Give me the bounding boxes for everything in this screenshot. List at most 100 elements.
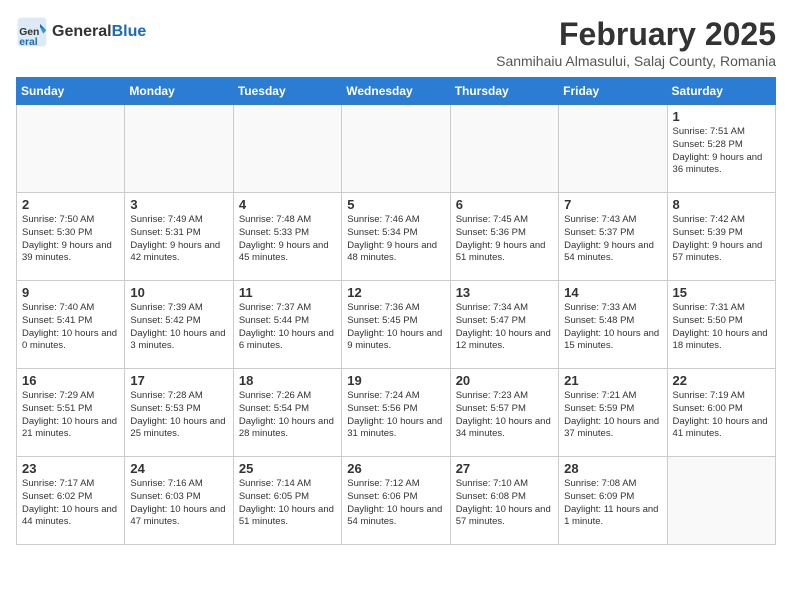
calendar-cell: 1Sunrise: 7:51 AM Sunset: 5:28 PM Daylig…	[667, 105, 775, 193]
calendar-cell: 13 Sunrise: 7:34 AM Sunset: 5:47 PM Dayli…	[450, 281, 558, 369]
day-header-sunday: Sunday	[17, 78, 125, 105]
calendar-cell: 7 Sunrise: 7:43 AM Sunset: 5:37 PM Daylig…	[559, 193, 667, 281]
day-number: 19	[347, 373, 444, 388]
calendar-cell: 9 Sunrise: 7:40 AM Sunset: 5:41 PM Daylig…	[17, 281, 125, 369]
day-number: 27	[456, 461, 553, 476]
day-info: Sunrise: 7:29 AM Sunset: 5:51 PM Dayligh…	[22, 390, 119, 441]
calendar-cell: 27Sunrise: 7:10 AM Sunset: 6:08 PM Dayli…	[450, 457, 558, 545]
calendar-cell	[450, 105, 558, 193]
calendar-cell	[342, 105, 450, 193]
week-row-2: 2 Sunrise: 7:50 AM Sunset: 5:30 PM Daylig…	[17, 193, 776, 281]
logo-blue: Blue	[112, 23, 147, 41]
day-number: 10	[130, 285, 227, 300]
day-number: 22	[673, 373, 770, 388]
logo: Gen eral General Blue	[16, 16, 146, 48]
logo-general: General	[52, 23, 112, 41]
logo-text: General Blue	[52, 23, 146, 41]
calendar-cell	[559, 105, 667, 193]
day-info: Sunrise: 7:33 AM Sunset: 5:48 PM Dayligh…	[564, 302, 661, 353]
day-number: 18	[239, 373, 336, 388]
day-header-friday: Friday	[559, 78, 667, 105]
day-number: 8	[673, 197, 770, 212]
calendar-cell: 5Sunrise: 7:46 AM Sunset: 5:34 PM Daylig…	[342, 193, 450, 281]
day-number: 2	[22, 197, 119, 212]
day-number: 17	[130, 373, 227, 388]
calendar-cell: 26 Sunrise: 7:12 AM Sunset: 6:06 PM Dayli…	[342, 457, 450, 545]
day-number: 7	[564, 197, 661, 212]
day-number: 14	[564, 285, 661, 300]
day-number: 23	[22, 461, 119, 476]
calendar-cell: 12 Sunrise: 7:36 AM Sunset: 5:45 PM Dayli…	[342, 281, 450, 369]
week-row-1: 1Sunrise: 7:51 AM Sunset: 5:28 PM Daylig…	[17, 105, 776, 193]
day-info: Sunrise: 7:45 AM Sunset: 5:36 PM Dayligh…	[456, 214, 553, 265]
calendar-cell: 23 Sunrise: 7:17 AM Sunset: 6:02 PM Dayli…	[17, 457, 125, 545]
day-number: 28	[564, 461, 661, 476]
day-info: Sunrise: 7:50 AM Sunset: 5:30 PM Dayligh…	[22, 214, 119, 265]
calendar-table: SundayMondayTuesdayWednesdayThursdayFrid…	[16, 77, 776, 545]
svg-text:eral: eral	[19, 37, 38, 48]
day-info: Sunrise: 7:34 AM Sunset: 5:47 PM Dayligh…	[456, 302, 553, 353]
title-block: February 2025 Sanmihaiu Almasului, Salaj…	[496, 16, 776, 69]
day-info: Sunrise: 7:23 AM Sunset: 5:57 PM Dayligh…	[456, 390, 553, 441]
calendar-cell: 25 Sunrise: 7:14 AM Sunset: 6:05 PM Dayli…	[233, 457, 341, 545]
calendar-cell: 10 Sunrise: 7:39 AM Sunset: 5:42 PM Dayli…	[125, 281, 233, 369]
day-info: Sunrise: 7:12 AM Sunset: 6:06 PM Dayligh…	[347, 478, 444, 529]
day-header-monday: Monday	[125, 78, 233, 105]
day-info: Sunrise: 7:43 AM Sunset: 5:37 PM Dayligh…	[564, 214, 661, 265]
day-number: 1	[673, 109, 770, 124]
day-info: Sunrise: 7:31 AM Sunset: 5:50 PM Dayligh…	[673, 302, 770, 353]
day-info: Sunrise: 7:37 AM Sunset: 5:44 PM Dayligh…	[239, 302, 336, 353]
calendar-cell: 3 Sunrise: 7:49 AM Sunset: 5:31 PM Daylig…	[125, 193, 233, 281]
logo-icon: Gen eral	[16, 16, 48, 48]
day-info: Sunrise: 7:21 AM Sunset: 5:59 PM Dayligh…	[564, 390, 661, 441]
day-info: Sunrise: 7:40 AM Sunset: 5:41 PM Dayligh…	[22, 302, 119, 353]
calendar-cell: 18 Sunrise: 7:26 AM Sunset: 5:54 PM Dayli…	[233, 369, 341, 457]
day-number: 9	[22, 285, 119, 300]
calendar-cell: 8 Sunrise: 7:42 AM Sunset: 5:39 PM Daylig…	[667, 193, 775, 281]
day-info: Sunrise: 7:19 AM Sunset: 6:00 PM Dayligh…	[673, 390, 770, 441]
week-row-4: 16 Sunrise: 7:29 AM Sunset: 5:51 PM Dayli…	[17, 369, 776, 457]
calendar-cell: 2 Sunrise: 7:50 AM Sunset: 5:30 PM Daylig…	[17, 193, 125, 281]
calendar-cell: 21Sunrise: 7:21 AM Sunset: 5:59 PM Dayli…	[559, 369, 667, 457]
header-row: SundayMondayTuesdayWednesdayThursdayFrid…	[17, 78, 776, 105]
day-header-thursday: Thursday	[450, 78, 558, 105]
day-number: 24	[130, 461, 227, 476]
day-number: 3	[130, 197, 227, 212]
day-header-saturday: Saturday	[667, 78, 775, 105]
day-header-wednesday: Wednesday	[342, 78, 450, 105]
day-info: Sunrise: 7:17 AM Sunset: 6:02 PM Dayligh…	[22, 478, 119, 529]
month-title: February 2025	[496, 16, 776, 53]
day-number: 20	[456, 373, 553, 388]
day-number: 15	[673, 285, 770, 300]
day-number: 4	[239, 197, 336, 212]
day-info: Sunrise: 7:08 AM Sunset: 6:09 PM Dayligh…	[564, 478, 661, 529]
day-info: Sunrise: 7:42 AM Sunset: 5:39 PM Dayligh…	[673, 214, 770, 265]
calendar-cell: 4 Sunrise: 7:48 AM Sunset: 5:33 PM Daylig…	[233, 193, 341, 281]
calendar-cell	[17, 105, 125, 193]
day-number: 6	[456, 197, 553, 212]
week-row-5: 23 Sunrise: 7:17 AM Sunset: 6:02 PM Dayli…	[17, 457, 776, 545]
calendar-cell	[233, 105, 341, 193]
day-info: Sunrise: 7:14 AM Sunset: 6:05 PM Dayligh…	[239, 478, 336, 529]
day-number: 26	[347, 461, 444, 476]
day-info: Sunrise: 7:48 AM Sunset: 5:33 PM Dayligh…	[239, 214, 336, 265]
calendar-cell	[125, 105, 233, 193]
day-number: 12	[347, 285, 444, 300]
day-info: Sunrise: 7:36 AM Sunset: 5:45 PM Dayligh…	[347, 302, 444, 353]
calendar-cell: 22 Sunrise: 7:19 AM Sunset: 6:00 PM Dayli…	[667, 369, 775, 457]
day-info: Sunrise: 7:39 AM Sunset: 5:42 PM Dayligh…	[130, 302, 227, 353]
day-header-tuesday: Tuesday	[233, 78, 341, 105]
calendar-cell	[667, 457, 775, 545]
day-number: 25	[239, 461, 336, 476]
day-info: Sunrise: 7:24 AM Sunset: 5:56 PM Dayligh…	[347, 390, 444, 441]
day-number: 16	[22, 373, 119, 388]
day-info: Sunrise: 7:26 AM Sunset: 5:54 PM Dayligh…	[239, 390, 336, 441]
day-number: 13	[456, 285, 553, 300]
calendar-cell: 6 Sunrise: 7:45 AM Sunset: 5:36 PM Daylig…	[450, 193, 558, 281]
day-info: Sunrise: 7:49 AM Sunset: 5:31 PM Dayligh…	[130, 214, 227, 265]
calendar-cell: 24Sunrise: 7:16 AM Sunset: 6:03 PM Dayli…	[125, 457, 233, 545]
calendar-cell: 11Sunrise: 7:37 AM Sunset: 5:44 PM Dayli…	[233, 281, 341, 369]
calendar-cell: 14 Sunrise: 7:33 AM Sunset: 5:48 PM Dayli…	[559, 281, 667, 369]
calendar-cell: 17Sunrise: 7:28 AM Sunset: 5:53 PM Dayli…	[125, 369, 233, 457]
calendar-cell: 20 Sunrise: 7:23 AM Sunset: 5:57 PM Dayli…	[450, 369, 558, 457]
